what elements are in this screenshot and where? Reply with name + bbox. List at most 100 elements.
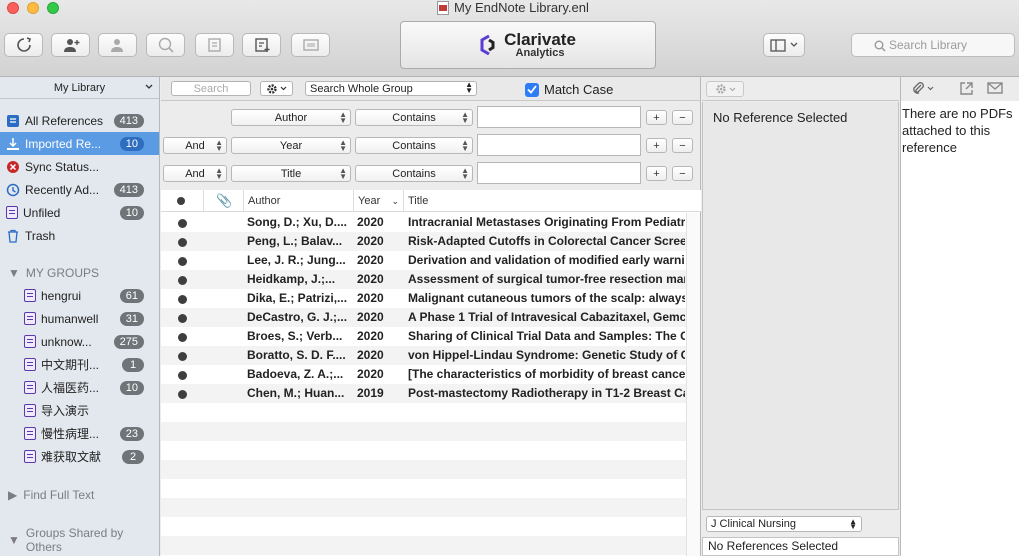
read-status-column-header[interactable] <box>161 190 204 212</box>
group-item[interactable]: unknow... 275 <box>0 330 159 353</box>
empty-row <box>161 441 686 460</box>
unread-dot-icon <box>178 257 187 266</box>
unread-dot-icon <box>178 295 187 304</box>
updown-arrows-icon: ▲ ▼ <box>461 138 469 153</box>
year-column-header[interactable]: Year ⌄ <box>354 190 404 212</box>
quick-search-input[interactable]: Search <box>171 81 251 96</box>
table-row[interactable]: Dika, E.; Patrizi,... 2020 Malignant cutan… <box>161 289 686 308</box>
match-case-option[interactable]: Match Case <box>525 82 613 97</box>
table-row[interactable]: Heidkamp, J.;... 2020 Assessment of surgic… <box>161 270 686 289</box>
table-row[interactable]: Broes, S.; Verb... 2020 Sharing of Clinica… <box>161 327 686 346</box>
boolean-select[interactable]: And ▲ ▼ <box>163 165 227 182</box>
match-case-checkbox[interactable] <box>525 82 539 97</box>
group-item[interactable]: 中文期刊... 1 <box>0 353 159 376</box>
zoom-window-button[interactable] <box>47 2 59 14</box>
search-term-field[interactable] <box>477 106 641 128</box>
unread-dot-icon <box>178 390 187 399</box>
title-column-header[interactable]: Title <box>404 190 701 212</box>
email-icon[interactable] <box>987 82 1003 94</box>
table-row[interactable]: Song, D.; Xu, D.... 2020 Intracranial Meta… <box>161 213 686 232</box>
sidebar-item-unfiled[interactable]: Unfiled 10 <box>0 201 159 224</box>
open-external-icon[interactable] <box>959 81 974 96</box>
brand-name: Clarivate <box>504 30 576 49</box>
sidebar-item-sync-status[interactable]: Sync Status... <box>0 155 159 178</box>
boolean-select[interactable]: And ▲ ▼ <box>163 137 227 154</box>
remove-criteria-button[interactable]: − <box>672 138 693 153</box>
sidebar-item-all-references[interactable]: All References 413 <box>0 109 159 132</box>
my-groups-header[interactable]: ▼ MY GROUPS <box>8 266 99 280</box>
search-library-field[interactable]: Search Library <box>851 33 1015 57</box>
close-window-button[interactable] <box>7 2 19 14</box>
new-reference-button[interactable] <box>242 33 281 57</box>
recently-added-icon <box>6 183 20 196</box>
find-full-text-header[interactable]: ▶ Find Full Text <box>8 488 94 502</box>
search-scope-select[interactable]: Search Whole Group ▲ ▼ <box>305 81 477 96</box>
sidebar-item-imported-references[interactable]: Imported Re... 10 <box>0 132 159 155</box>
attach-file-button[interactable] <box>911 81 934 95</box>
reference-list-panel: Search Search Whole Group ▲ ▼ Match Case … <box>161 77 701 556</box>
updown-arrows-icon: ▲ ▼ <box>465 80 473 95</box>
empty-row <box>161 479 686 498</box>
remove-criteria-button[interactable]: − <box>672 110 693 125</box>
table-row[interactable]: Chen, M.; Huan... 2019 Post-mastectomy Rad… <box>161 384 686 403</box>
add-criteria-button[interactable]: + <box>646 166 667 181</box>
add-criteria-button[interactable]: + <box>646 110 667 125</box>
group-item[interactable]: 慢性病理... 23 <box>0 422 159 445</box>
table-row[interactable]: Boratto, S. D. F.... 2020 von Hippel-Linda… <box>161 346 686 365</box>
author-column-header[interactable]: Author <box>244 190 354 212</box>
brand-subtitle: Analytics <box>515 47 565 59</box>
group-item[interactable]: 难获取文献 2 <box>0 445 159 468</box>
online-search-button[interactable] <box>146 33 185 57</box>
search-term-field[interactable] <box>477 134 641 156</box>
sidebar-item-recently-added[interactable]: Recently Ad... 413 <box>0 178 159 201</box>
sidebar-item-trash[interactable]: Trash <box>0 224 159 247</box>
import-button[interactable] <box>195 33 234 57</box>
field-select[interactable]: Author ▲ ▼ <box>231 109 351 126</box>
output-style-select[interactable]: J Clinical Nursing ▲ ▼ <box>706 516 862 532</box>
group-item[interactable]: 导入演示 <box>0 399 159 422</box>
clarivate-logo-icon <box>480 35 495 55</box>
add-user-icon <box>63 39 79 52</box>
updown-arrows-icon: ▲ ▼ <box>849 517 857 531</box>
group-item[interactable]: 人福医药... 10 <box>0 376 159 399</box>
unread-dot-icon <box>178 238 187 247</box>
table-row[interactable]: Badoeva, Z. A.;... 2020 [The characteristi… <box>161 365 686 384</box>
search-options-button[interactable] <box>260 81 293 96</box>
group-item[interactable]: hengrui 61 <box>0 284 159 307</box>
share-library-button[interactable] <box>51 33 90 57</box>
vertical-scrollbar[interactable] <box>686 213 700 556</box>
table-row[interactable]: Peng, L.; Balav... 2020 Risk-Adapted Cutof… <box>161 232 686 251</box>
operator-select[interactable]: Contains ▲ ▼ <box>355 165 473 182</box>
layout-icon <box>770 38 786 52</box>
reference-options-button[interactable] <box>706 81 744 97</box>
minimize-window-button[interactable] <box>27 2 39 14</box>
clarivate-banner[interactable]: Clarivate Analytics <box>400 21 656 69</box>
insert-citation-button[interactable] <box>291 33 330 57</box>
layout-button[interactable] <box>763 33 805 57</box>
pdf-panel: There are no PDFs attached to this refer… <box>900 101 1019 556</box>
remove-criteria-button[interactable]: − <box>672 166 693 181</box>
empty-row <box>161 536 686 555</box>
count-badge: 10 <box>119 136 144 151</box>
groups-shared-header[interactable]: ▼ Groups Shared by Others <box>8 526 159 554</box>
chevron-down-icon <box>790 42 798 47</box>
sync-status-icon <box>7 160 19 173</box>
table-row[interactable]: Lee, J. R.; Jung... 2020 Derivation and va… <box>161 251 686 270</box>
field-select[interactable]: Year ▲ ▼ <box>231 137 351 154</box>
group-item[interactable]: humanwell 31 <box>0 307 159 330</box>
add-criteria-button[interactable]: + <box>646 138 667 153</box>
operator-select[interactable]: Contains ▲ ▼ <box>355 137 473 154</box>
group-icon <box>24 289 36 302</box>
sync-button[interactable] <box>4 33 43 57</box>
search-term-field[interactable] <box>477 162 641 184</box>
activity-feed-button[interactable] <box>98 33 137 57</box>
sort-descending-icon: ⌄ <box>391 196 399 206</box>
attachment-column-header[interactable]: 📎 <box>204 190 244 212</box>
trash-icon <box>8 229 18 243</box>
field-select[interactable]: Title ▲ ▼ <box>231 165 351 182</box>
library-select[interactable]: My Library <box>0 77 159 99</box>
gear-icon <box>715 84 726 94</box>
operator-select[interactable]: Contains ▲ ▼ <box>355 109 473 126</box>
updown-arrows-icon: ▲ ▼ <box>215 138 223 153</box>
table-row[interactable]: DeCastro, G. J.;... 2020 A Phase 1 Trial o… <box>161 308 686 327</box>
